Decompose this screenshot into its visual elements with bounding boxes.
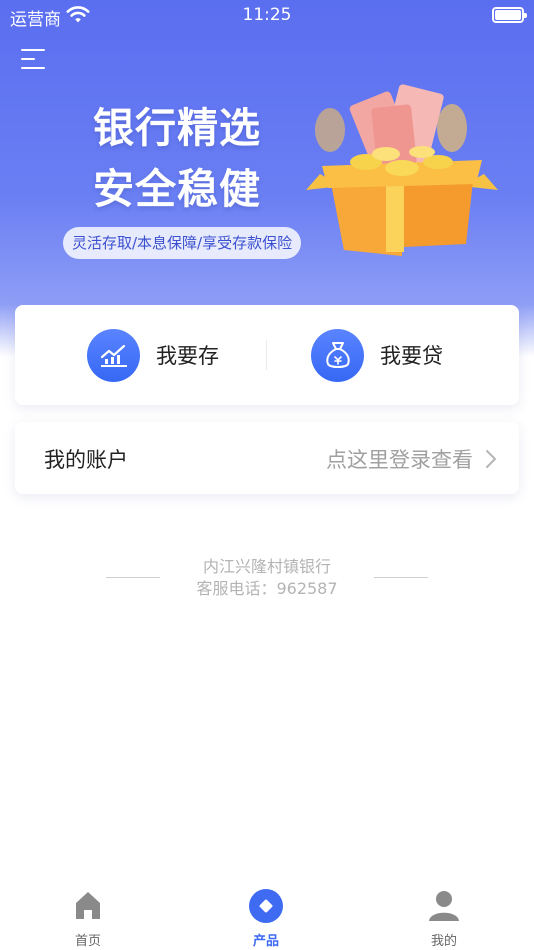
product-icon [249, 889, 283, 923]
tab-home-label: 首页 [74, 934, 101, 949]
quick-actions-card: 我要存 我要贷 [15, 305, 519, 405]
hero-tagline: 灵活存取/本息保障/享受存款保险 [63, 227, 302, 259]
deposit-button[interactable]: 我要存 [87, 327, 219, 383]
tab-products[interactable]: 产品 [226, 888, 306, 949]
account-row[interactable]: 我的账户 点这里登录查看 [15, 422, 519, 494]
clock: 11:25 [242, 5, 292, 25]
footer-info: 内江兴隆村镇银行 客服电话：962587 [0, 556, 534, 600]
home-icon [76, 892, 100, 919]
money-bag-icon [311, 328, 364, 382]
hero-title-line1: 银行精选 [93, 104, 261, 152]
service-phone: 客服电话：962587 [196, 579, 338, 598]
login-prompt-link[interactable]: 点这里登录查看 [326, 444, 473, 474]
menu-icon[interactable] [21, 48, 47, 70]
tab-mine[interactable]: 我的 [404, 888, 484, 949]
hero-banner: 运营商 11:25 银行精选 安全稳健 灵活存取/本息保障/享受存款保险 [0, 0, 534, 357]
loan-label: 我要贷 [380, 344, 443, 368]
hero-title-line2: 安全稳健 [93, 165, 261, 213]
tab-mine-label: 我的 [430, 934, 457, 949]
user-icon [429, 891, 459, 921]
tab-products-label: 产品 [252, 934, 279, 949]
chart-icon [87, 328, 140, 382]
account-title: 我的账户 [44, 448, 128, 472]
action-divider [266, 340, 267, 370]
status-bar: 运营商 11:25 [0, 0, 534, 32]
tab-bar: 首页 产品 我的 [0, 880, 534, 950]
loan-button[interactable]: 我要贷 [311, 327, 443, 383]
chevron-right-icon [486, 450, 496, 468]
bank-name: 内江兴隆村镇银行 [202, 557, 331, 576]
tab-home[interactable]: 首页 [48, 888, 128, 949]
deposit-label: 我要存 [156, 344, 219, 368]
battery-icon [492, 7, 527, 23]
gift-box-illustration [306, 84, 498, 256]
